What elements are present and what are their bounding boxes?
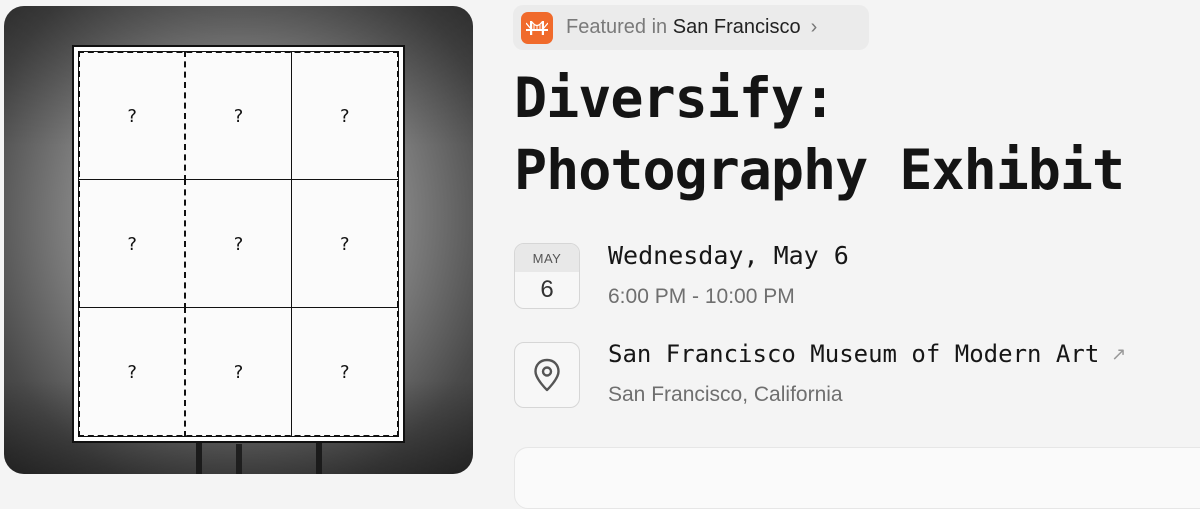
photo-grid: ? ? ? ? ? ? ? ? ? xyxy=(78,51,399,437)
photo-placeholder: ? xyxy=(290,179,399,309)
calendar-day: 6 xyxy=(540,276,554,303)
venue-link[interactable]: San Francisco Museum of Modern Art ↗ xyxy=(608,340,1126,368)
featured-label: Featured in San Francisco xyxy=(566,16,801,39)
event-title-line-1: Diversify: xyxy=(514,66,836,130)
map-pin-icon xyxy=(514,342,580,408)
event-title-line-2: Photography Exhibit xyxy=(514,138,1125,202)
calendar-month: MAY xyxy=(515,244,579,272)
event-date: Wednesday, May 6 xyxy=(608,241,849,270)
photo-placeholder: ? xyxy=(184,51,293,181)
photo-placeholder: ? xyxy=(78,179,187,309)
event-time: 6:00 PM - 10:00 PM xyxy=(608,285,795,308)
photo-placeholder: ? xyxy=(290,307,399,437)
photo-placeholder: ? xyxy=(290,51,399,181)
event-title: Diversify: Photography Exhibit xyxy=(514,62,1200,206)
featured-prefix: Featured in xyxy=(566,16,668,38)
chevron-right-icon: › xyxy=(810,16,818,38)
featured-city-link[interactable]: Featured in San Francisco › xyxy=(513,5,869,50)
photo-placeholder: ? xyxy=(184,307,293,437)
photo-placeholder: ? xyxy=(184,179,293,309)
external-link-arrow-icon: ↗ xyxy=(1111,343,1127,365)
easel-leg-left xyxy=(196,438,202,474)
photo-placeholder: ? xyxy=(78,51,187,181)
easel-leg-right xyxy=(316,438,322,474)
photo-board: ? ? ? ? ? ? ? ? ? xyxy=(72,45,405,443)
golden-gate-bridge-icon xyxy=(521,11,553,44)
event-cover-image: ? ? ? ? ? ? ? ? ? xyxy=(4,6,473,474)
registration-card xyxy=(514,447,1200,509)
venue-name: San Francisco Museum of Modern Art xyxy=(608,340,1100,368)
calendar-icon: MAY 6 xyxy=(514,243,580,309)
venue-city: San Francisco, California xyxy=(608,383,843,406)
photo-placeholder: ? xyxy=(78,307,187,437)
easel-leg-middle xyxy=(236,444,242,474)
featured-city: San Francisco xyxy=(672,16,801,38)
